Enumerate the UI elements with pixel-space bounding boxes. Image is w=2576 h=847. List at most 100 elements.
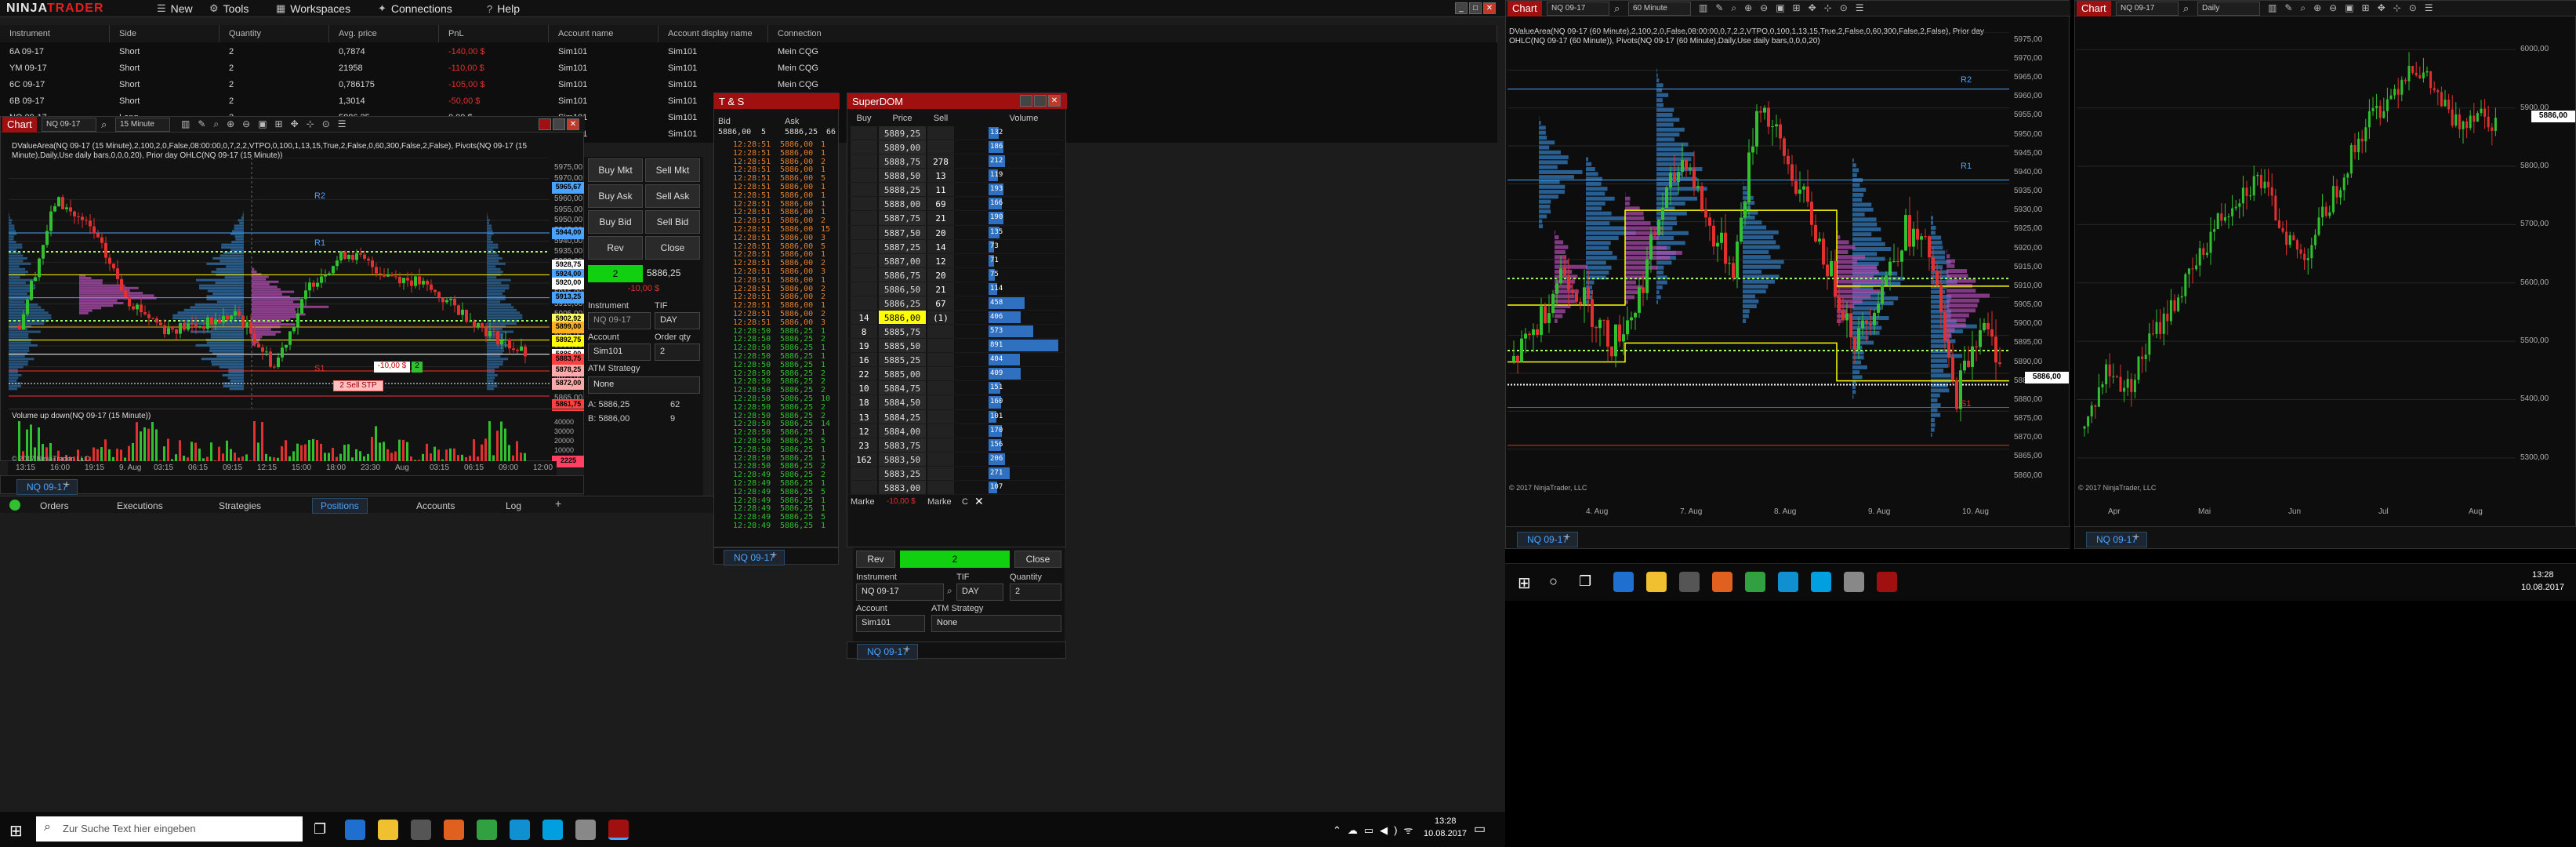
search-icon[interactable]: ⌕ — [1614, 2, 1620, 15]
edge-icon[interactable] — [345, 820, 365, 840]
dom-sell-cell[interactable] — [927, 480, 954, 494]
dom-row[interactable]: 10 5884,75 151 — [847, 381, 1067, 396]
chart-close-button[interactable]: ✕ — [567, 118, 579, 130]
dom-buy-cell[interactable] — [851, 296, 877, 310]
dom-buy-cell[interactable] — [851, 140, 877, 154]
column-header[interactable]: Instrument — [0, 25, 110, 42]
app-icon[interactable] — [1844, 572, 1864, 592]
dom-buy-cell[interactable] — [851, 239, 877, 253]
ninjatrader-taskbar-icon[interactable] — [608, 820, 629, 840]
add-tab-icon[interactable]: + — [771, 548, 777, 561]
table-row[interactable]: 6A 09-17 Short 2 0,7874 -140,00 $ Sim101 Sim10… — [0, 44, 1497, 60]
price-axis[interactable]: 5975,005970,005965,005960,005955,005950,… — [550, 158, 585, 412]
dom-buy-cell[interactable]: 22 — [851, 367, 877, 381]
sell-bid-button[interactable]: Sell Bid — [645, 210, 700, 234]
dom-ladder[interactable]: 5889,25 132 5889,00 186 5888,75 278 212 5888,50… — [847, 126, 1067, 495]
ts-trade-list[interactable]: 12:28:51 5886,00 1 12:28:51 5886,00 1 12:28:51… — [714, 140, 836, 533]
dom-row[interactable]: 5883,25 271 — [847, 466, 1067, 481]
dom-close-button[interactable]: Close — [1014, 551, 1061, 568]
atm-strategy-select[interactable]: None — [588, 376, 700, 394]
chart2-instrument-selector[interactable]: NQ 09-17 — [1547, 2, 1609, 16]
maximize-button[interactable]: □ — [1469, 2, 1482, 14]
dom-buy-cell[interactable]: 162 — [851, 452, 877, 466]
dom-buy-cell[interactable] — [851, 466, 877, 480]
dom-buy-cell[interactable] — [851, 253, 877, 267]
dom-row[interactable]: 5889,00 186 — [847, 140, 1067, 155]
tab-orders[interactable]: Orders — [31, 498, 78, 514]
tab-log[interactable]: Log — [497, 498, 530, 514]
dom-buy-cell[interactable] — [851, 126, 877, 140]
dom-sell-cell[interactable]: 14 — [927, 239, 954, 253]
store-icon[interactable] — [1679, 572, 1700, 592]
dom-row[interactable]: 5888,75 278 212 — [847, 154, 1067, 169]
menu-tools[interactable]: ⚙ Tools — [209, 2, 249, 15]
dom-buy-cell[interactable]: 19 — [851, 339, 877, 353]
chrome-icon[interactable] — [477, 820, 497, 840]
add-tab-icon[interactable]: + — [63, 478, 70, 490]
reverse-button[interactable]: Rev — [588, 236, 643, 260]
chart2-price-panel[interactable] — [1508, 32, 2009, 487]
dom-sell-cell[interactable] — [927, 438, 954, 452]
dom-reverse-button[interactable]: Rev — [856, 551, 895, 568]
time-axis[interactable]: 13:15 16:00 19:15 9. Aug 03:15 06:15 09:15 12:1… — [8, 461, 557, 475]
column-header[interactable]: Quantity — [220, 25, 329, 42]
column-header[interactable]: PnL — [439, 25, 549, 42]
dom-sell-cell[interactable]: 67 — [927, 296, 954, 310]
dom-buy-cell[interactable]: 10 — [851, 381, 877, 395]
dom-row[interactable]: 5888,00 69 166 — [847, 197, 1067, 212]
table-row[interactable]: YM 09-17 Short 2 21958 -110,00 $ Sim101 Sim101… — [0, 60, 1497, 77]
dom-row[interactable]: 5887,00 12 71 — [847, 253, 1067, 268]
sell-stop-order-tag[interactable]: 2 Sell STP — [333, 380, 383, 391]
dom-row[interactable]: 5888,25 11 193 — [847, 183, 1067, 198]
notification-icon[interactable]: ▭ — [1474, 821, 1486, 837]
store-icon[interactable] — [411, 820, 431, 840]
chart3-price-panel[interactable] — [2077, 32, 2516, 487]
chart-minimize-button[interactable] — [553, 118, 565, 130]
table-row[interactable]: 6C 09-17 Short 2 0,786175 -105,00 $ Sim101 Sim… — [0, 77, 1497, 93]
dom-row[interactable]: 5889,25 132 — [847, 126, 1067, 141]
column-header[interactable]: Account display name — [659, 25, 768, 42]
firefox-icon[interactable] — [1712, 572, 1732, 592]
explorer-icon[interactable] — [1646, 572, 1667, 592]
search-icon[interactable]: ⌕ — [101, 118, 107, 131]
dom-minimize-button[interactable] — [1020, 95, 1032, 107]
windows-start-icon[interactable]: ⊞ — [9, 821, 23, 841]
dom-qty-input[interactable]: 2 — [1010, 583, 1061, 601]
instrument-field[interactable]: NQ 09-17 — [588, 312, 651, 329]
drawing-tools-icons[interactable]: ▥✎⌕⊕⊖▣⊞✥⊹⊙☰ — [1699, 2, 1872, 14]
dom-sell-cell[interactable]: 21 — [927, 211, 954, 225]
dom-row[interactable]: 22 5885,00 409 — [847, 367, 1067, 382]
dom-buy-cell[interactable] — [851, 282, 877, 296]
dom-account-select[interactable]: Sim101 — [856, 615, 925, 632]
dom-row[interactable]: 14 5886,00 (1) 406 — [847, 311, 1067, 325]
tab-accounts[interactable]: Accounts — [408, 498, 463, 514]
chart3-time-axis[interactable]: Apr Mai Jun Jul Aug — [2077, 507, 2516, 520]
minimize-button[interactable]: _ — [1455, 2, 1468, 14]
dom-row[interactable]: 5887,25 14 73 — [847, 239, 1067, 254]
dom-row[interactable]: 23 5883,75 156 — [847, 438, 1067, 453]
menu-new[interactable]: ☰ New — [157, 2, 193, 15]
dom-row[interactable]: 19 5885,50 891 — [847, 339, 1067, 354]
volume-panel[interactable] — [9, 421, 550, 464]
dom-row[interactable]: 5887,75 21 190 — [847, 211, 1067, 226]
dom-buy-cell[interactable]: 18 — [851, 395, 877, 409]
dom-sell-cell[interactable]: 21 — [927, 282, 954, 296]
dom-row[interactable]: 5886,25 67 458 — [847, 296, 1067, 311]
firefox-icon[interactable] — [444, 820, 464, 840]
dom-sell-cell[interactable] — [927, 353, 954, 367]
dom-close-button[interactable]: ✕ — [1048, 95, 1061, 107]
dom-maximize-button[interactable] — [1034, 95, 1047, 107]
dom-sell-cell[interactable]: 69 — [927, 197, 954, 211]
drawing-tools-icons[interactable]: ▥✎⌕⊕⊖▣⊞✥⊹⊙☰ — [181, 118, 354, 130]
column-header[interactable]: Side — [110, 25, 220, 42]
column-header[interactable]: Connection — [768, 25, 1497, 42]
tab-positions[interactable]: Positions — [312, 498, 368, 514]
dom-tif-select[interactable]: DAY — [956, 583, 1003, 601]
add-tab-icon[interactable]: + — [2133, 530, 2139, 543]
chart3-price-axis[interactable]: 6000,00 5900,00 5800,00 5700,00 5600,00 5500,… — [2516, 32, 2575, 487]
chart3-instrument-selector[interactable]: NQ 09-17 — [2116, 2, 2179, 16]
order-qty-tag[interactable]: 2 — [412, 362, 423, 373]
system-tray-icons[interactable]: ⌃☁▭◀)ᯤ — [1333, 823, 1419, 837]
chart3-interval-selector[interactable]: Daily — [2197, 2, 2260, 16]
dom-row[interactable]: 5886,75 20 75 — [847, 267, 1067, 282]
